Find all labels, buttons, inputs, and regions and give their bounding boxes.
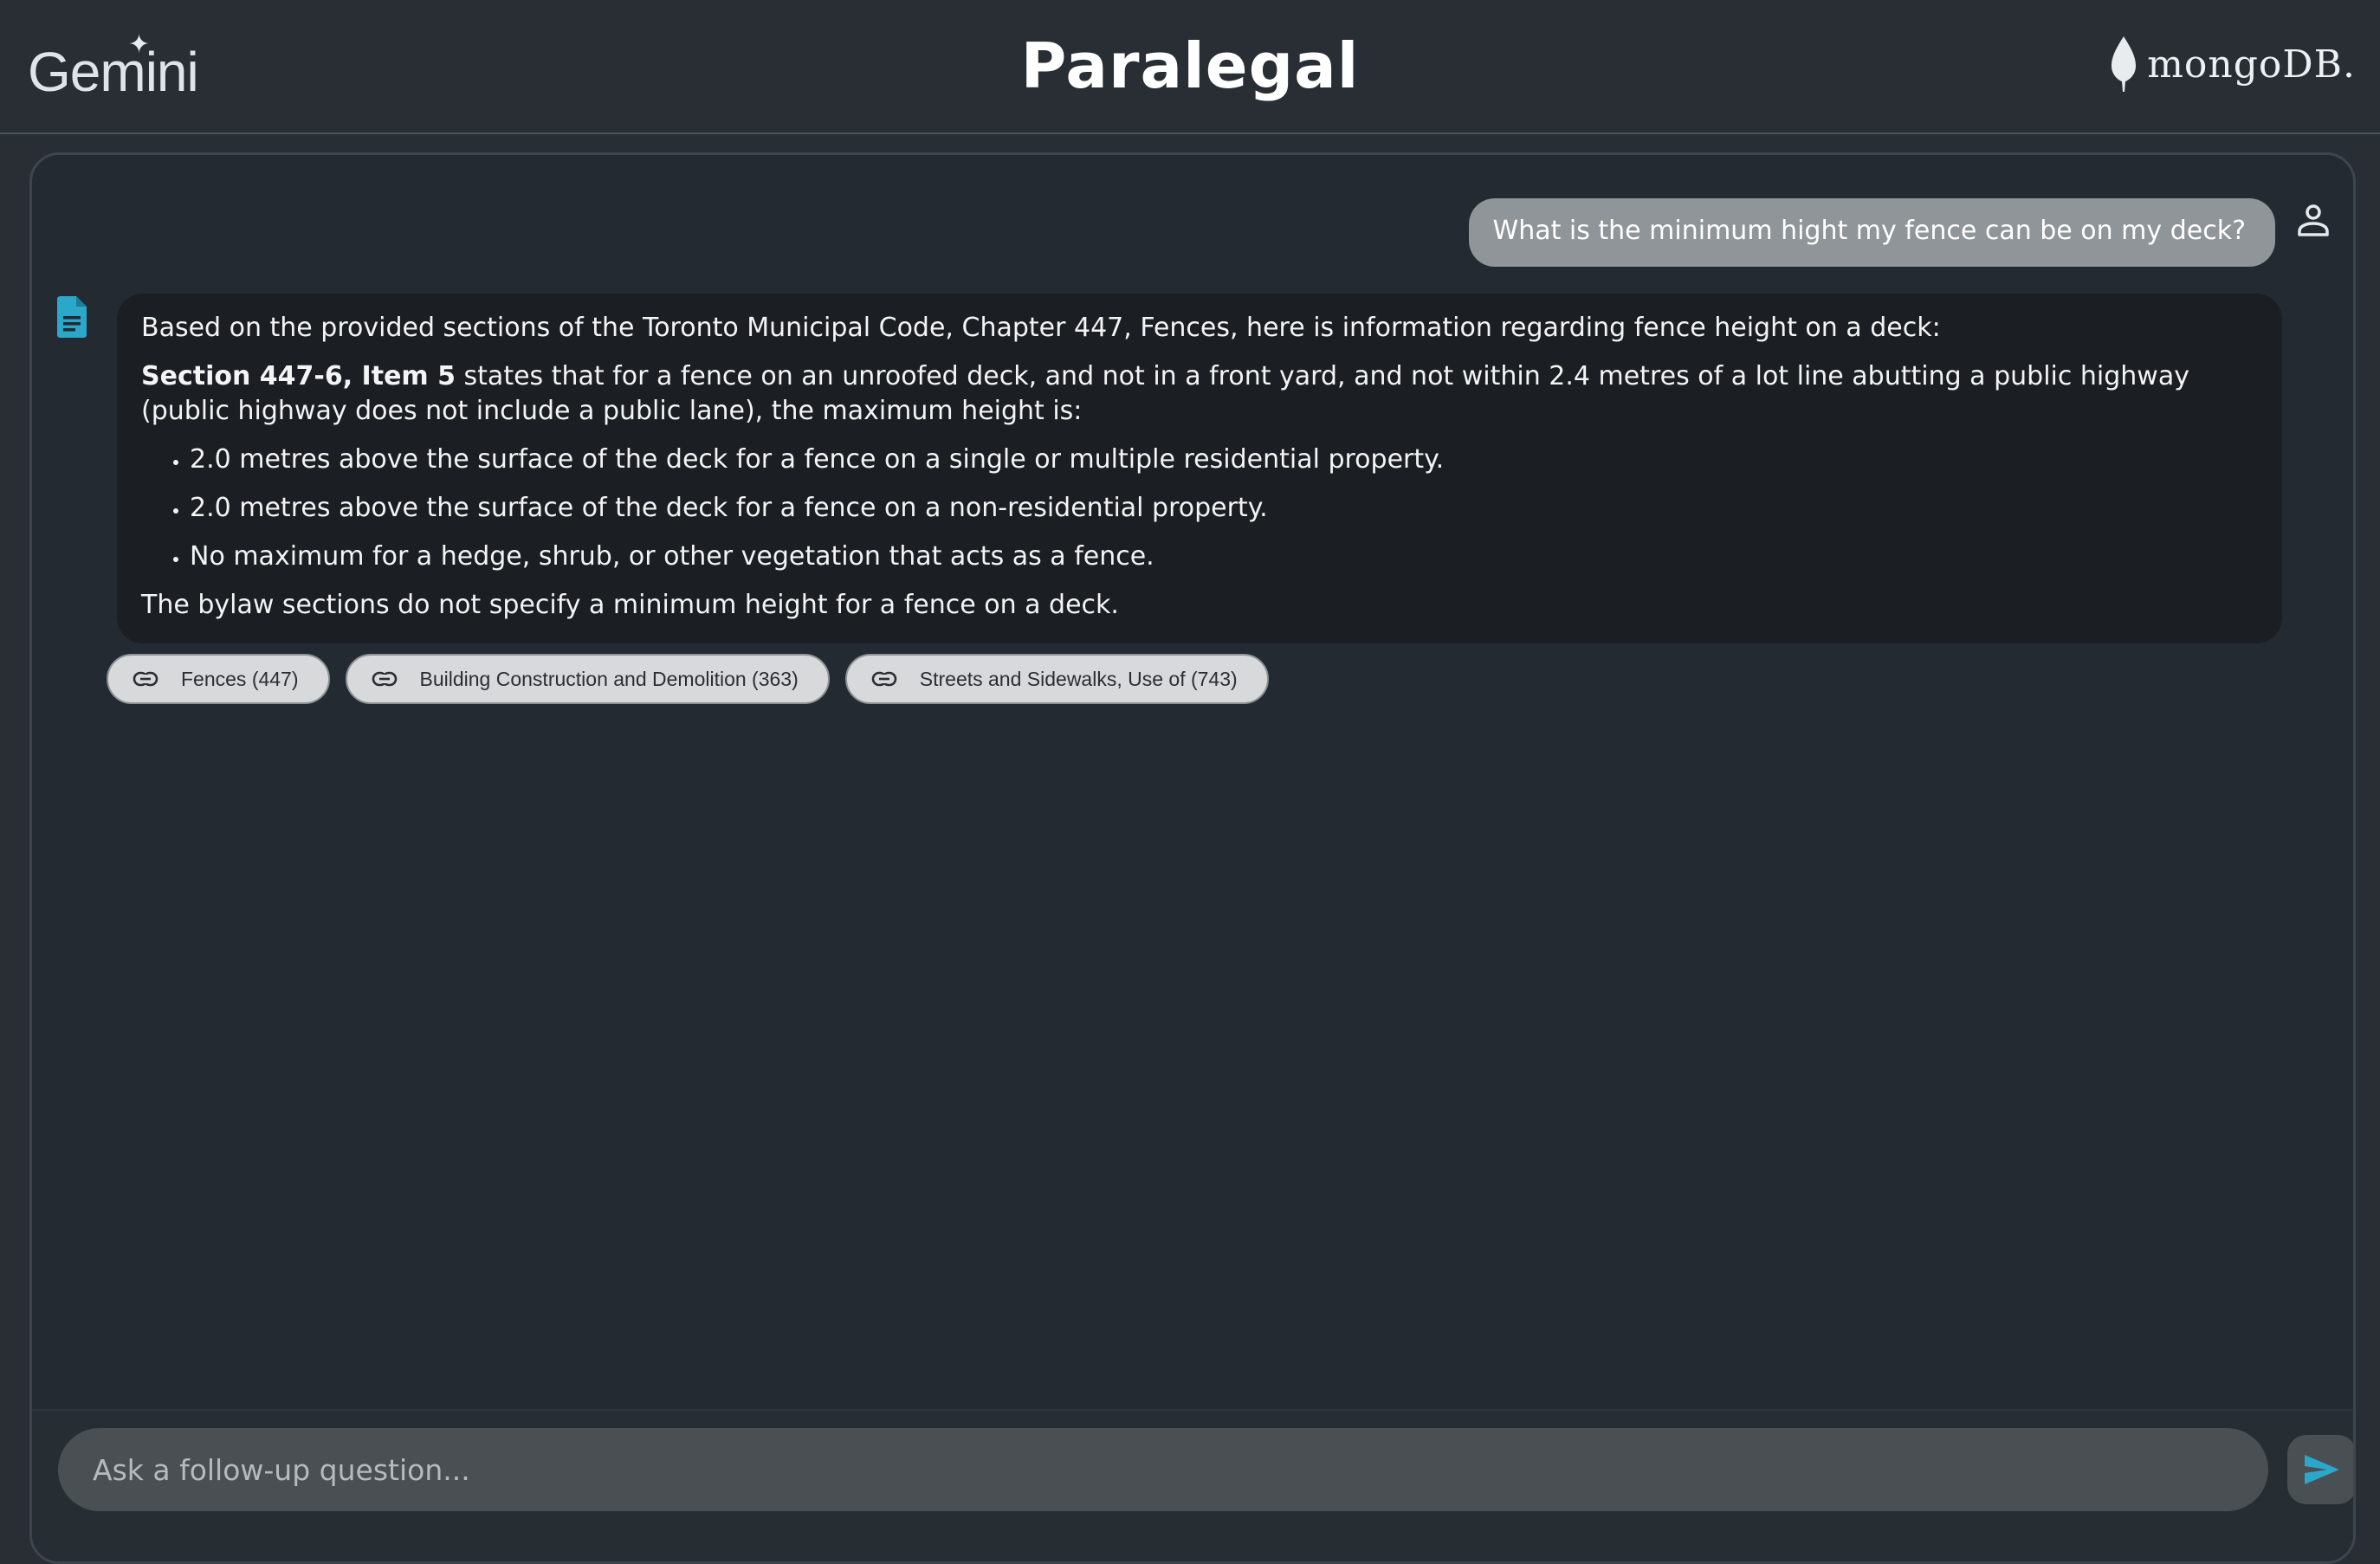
page-title: Paralegal — [1020, 29, 1360, 102]
response-conclusion: The bylaw sections do not specify a mini… — [141, 590, 1119, 620]
source-chip-label: Streets and Sidewalks, Use of (743) — [919, 667, 1238, 690]
document-icon — [57, 296, 87, 338]
response-intro: Based on the provided sections of the To… — [141, 313, 1941, 343]
mongodb-leaf-icon — [2112, 36, 2137, 92]
user-message-bubble: What is the minimum hight my fence can b… — [1468, 198, 2275, 267]
input-bar — [32, 1409, 2353, 1561]
person-outline-icon — [2298, 204, 2329, 236]
link-icon — [871, 671, 897, 687]
source-chip-building-construction[interactable]: Building Construction and Demolition (36… — [345, 654, 830, 704]
response-section: Section 447-6, Item 5 states that for a … — [141, 359, 2258, 429]
list-item: 2.0 metres above the surface of the deck… — [190, 443, 2258, 477]
chat-panel: What is the minimum hight my fence can b… — [29, 152, 2356, 1564]
source-chip-fences[interactable]: Fences (447) — [107, 654, 330, 704]
source-chip-label: Building Construction and Demolition (36… — [419, 667, 799, 690]
list-item: 2.0 metres above the surface of the deck… — [190, 491, 2258, 526]
mongodb-wordmark: mongoDB. — [2147, 42, 2356, 87]
source-chip-streets-sidewalks[interactable]: Streets and Sidewalks, Use of (743) — [844, 654, 1269, 704]
link-icon — [133, 671, 158, 687]
send-button[interactable] — [2287, 1435, 2353, 1504]
follow-up-input[interactable] — [58, 1428, 2268, 1511]
mongodb-logo: mongoDB. — [2109, 33, 2356, 95]
user-message-row: What is the minimum hight my fence can b… — [1468, 198, 2332, 267]
source-chip-label: Fences (447) — [181, 667, 299, 690]
section-reference: Section 447-6, Item 5 — [141, 361, 456, 391]
app-header: Gemini ✦ Paralegal mongoDB. — [0, 0, 2380, 134]
response-bullet-list: 2.0 metres above the surface of the deck… — [141, 443, 2258, 574]
bot-message-bubble: Based on the provided sections of the To… — [117, 294, 2282, 643]
link-icon — [372, 671, 397, 687]
bot-message-row: Based on the provided sections of the To… — [53, 294, 2299, 643]
send-icon — [2305, 1455, 2339, 1484]
source-chips: Fences (447) Building Construction and D… — [107, 654, 1269, 704]
list-item: No maximum for a hedge, shrub, or other … — [190, 540, 2258, 574]
